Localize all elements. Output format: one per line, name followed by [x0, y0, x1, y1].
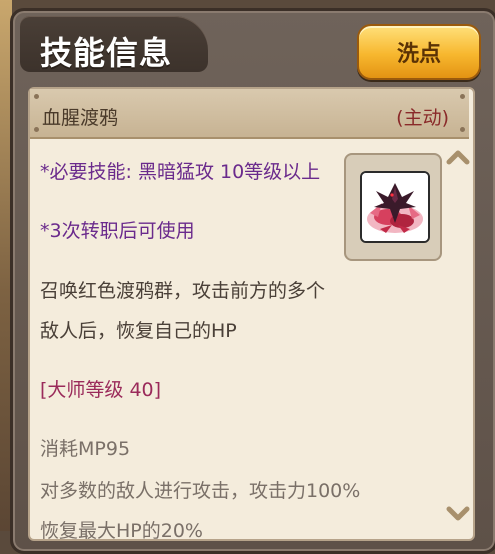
window-title: 技能信息: [40, 34, 173, 72]
chevron-down-icon: [446, 506, 470, 521]
rivet: [460, 127, 465, 132]
required-skill-text: *必要技能: 黑暗猛攻 10等级以上: [40, 161, 321, 183]
master-level-text: [大师等级 40]: [40, 379, 162, 401]
rivet: [34, 94, 39, 99]
wash-points-button[interactable]: 洗点: [357, 24, 481, 80]
rivet: [460, 94, 465, 99]
rivet: [34, 127, 39, 132]
job-advancement-note: *3次转职后可使用: [40, 220, 195, 242]
effect-line1: 对多数的敌人进行攻击，攻击力100%: [40, 480, 361, 502]
skill-summary-line1: 召唤红色渡鸦群，攻击前方的多个: [40, 280, 326, 302]
scroll-up-button[interactable]: [446, 148, 470, 166]
effect-line2: 恢复最大HP的20%: [40, 520, 203, 542]
skill-icon-frame: [344, 153, 442, 261]
mp-cost-text: 消耗MP95: [40, 438, 131, 460]
skill-name: 血腥渡鸦: [42, 107, 119, 129]
skill-type-label: (主动): [396, 107, 449, 129]
chevron-up-icon: [446, 150, 470, 165]
skill-summary-line2: 敌人后，恢复自己的HP: [40, 320, 237, 342]
scroll-down-button[interactable]: [446, 505, 470, 523]
crimson-raven-icon: [360, 171, 430, 243]
